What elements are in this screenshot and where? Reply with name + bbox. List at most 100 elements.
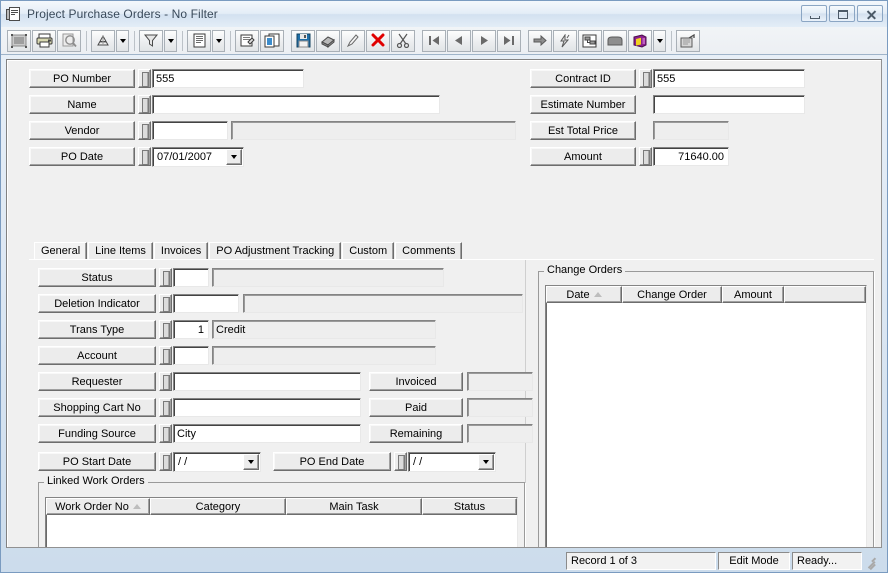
paid-label-button[interactable]: Paid <box>369 398 463 417</box>
account-label-button[interactable]: Account <box>38 346 156 365</box>
save-icon[interactable] <box>291 29 315 52</box>
edit-icon[interactable] <box>341 29 365 52</box>
tab-invoices[interactable]: Invoices <box>153 242 209 260</box>
account-input[interactable] <box>173 346 209 365</box>
minimize-button[interactable] <box>801 5 827 22</box>
tab-po-adjustment-tracking[interactable]: PO Adjustment Tracking <box>209 242 342 260</box>
next-record-icon[interactable] <box>472 29 496 52</box>
deletion-indicator-lookup-icon[interactable] <box>159 294 172 313</box>
deletion-indicator-label-button[interactable]: Deletion Indicator <box>38 294 156 313</box>
previous-record-icon[interactable] <box>447 29 471 52</box>
tab-custom[interactable]: Custom <box>342 242 395 260</box>
column-header-blank[interactable] <box>784 286 866 303</box>
print-icon[interactable] <box>32 29 56 52</box>
tab-general[interactable]: General <box>34 242 88 260</box>
properties-icon[interactable] <box>235 29 259 52</box>
notes-icon[interactable] <box>603 29 627 52</box>
account-lookup-icon[interactable] <box>159 346 172 365</box>
print-preview-icon[interactable] <box>57 29 81 52</box>
lightning-icon[interactable] <box>553 29 577 52</box>
sort-icon[interactable] <box>91 29 115 52</box>
undo-icon[interactable] <box>316 29 340 52</box>
contract-id-label-button[interactable]: Contract ID <box>530 69 636 88</box>
report-dropdown-icon[interactable] <box>212 29 225 52</box>
select-all-icon[interactable] <box>7 29 31 52</box>
requester-lookup-icon[interactable] <box>159 372 172 391</box>
vendor-input[interactable] <box>152 121 228 140</box>
column-header-change-order[interactable]: Change Order <box>622 286 722 303</box>
invoiced-label-button[interactable]: Invoiced <box>369 372 463 391</box>
po-date-combo[interactable]: 07/01/2007 <box>152 147 244 167</box>
toolbar[interactable] <box>1 27 887 55</box>
first-record-icon[interactable] <box>422 29 446 52</box>
amount-lookup-icon[interactable] <box>639 147 652 166</box>
column-header-category[interactable]: Category <box>150 498 286 515</box>
export-icon[interactable] <box>676 29 700 52</box>
requester-label-button[interactable]: Requester <box>38 372 156 391</box>
trans-type-input[interactable]: 1 <box>173 320 209 339</box>
status-input[interactable] <box>173 268 209 287</box>
po-end-date-dropdown-icon[interactable] <box>478 454 494 470</box>
sort-dropdown-icon[interactable] <box>116 29 129 52</box>
contract-id-input[interactable]: 555 <box>653 69 805 88</box>
close-button[interactable] <box>857 5 883 22</box>
po-end-date-label-button[interactable]: PO End Date <box>273 452 391 471</box>
amount-input[interactable]: 71640.00 <box>653 147 729 166</box>
column-header-amount[interactable]: Amount <box>722 286 784 303</box>
report-icon[interactable] <box>187 29 211 52</box>
title-bar[interactable]: Project Purchase Orders - No Filter <box>1 1 887 27</box>
copy-record-icon[interactable] <box>260 29 284 52</box>
estimate-number-label-button[interactable]: Estimate Number <box>530 95 636 114</box>
last-record-icon[interactable] <box>497 29 521 52</box>
tab-line-items[interactable]: Line Items <box>88 242 153 260</box>
po-end-date-combo[interactable]: / / <box>408 452 496 472</box>
name-lookup-icon[interactable] <box>138 95 151 114</box>
column-header-main-task[interactable]: Main Task <box>286 498 422 515</box>
tab-comments[interactable]: Comments <box>395 242 463 260</box>
vendor-label-button[interactable]: Vendor <box>29 121 135 140</box>
funding-source-lookup-icon[interactable] <box>159 424 172 443</box>
linked-work-orders-grid[interactable]: Work Order No Category Main Task Status <box>45 497 518 547</box>
po-start-date-label-button[interactable]: PO Start Date <box>38 452 156 471</box>
column-header-work-order-no[interactable]: Work Order No <box>46 498 150 515</box>
status-lookup-icon[interactable] <box>159 268 172 287</box>
resize-grip-icon[interactable] <box>865 554 879 570</box>
trans-type-lookup-icon[interactable] <box>159 320 172 339</box>
delete-icon[interactable] <box>366 29 390 52</box>
change-orders-grid[interactable]: Date Change Order Amount <box>545 285 867 547</box>
po-end-date-lookup-icon[interactable] <box>394 452 407 471</box>
column-header-date[interactable]: Date <box>546 286 622 303</box>
status-label-button[interactable]: Status <box>38 268 156 287</box>
estimate-number-input[interactable] <box>653 95 805 114</box>
help-dropdown-icon[interactable] <box>653 29 666 52</box>
po-start-date-dropdown-icon[interactable] <box>243 454 259 470</box>
remaining-label-button[interactable]: Remaining <box>369 424 463 443</box>
po-start-date-lookup-icon[interactable] <box>159 452 172 471</box>
est-total-price-label-button[interactable]: Est Total Price <box>530 121 636 140</box>
po-number-lookup-icon[interactable] <box>138 69 151 88</box>
po-number-input[interactable]: 555 <box>152 69 304 88</box>
funding-source-input[interactable]: City <box>173 424 361 443</box>
po-start-date-combo[interactable]: / / <box>173 452 261 472</box>
shopping-cart-no-lookup-icon[interactable] <box>159 398 172 417</box>
cut-icon[interactable] <box>391 29 415 52</box>
funding-source-label-button[interactable]: Funding Source <box>38 424 156 443</box>
shopping-cart-no-label-button[interactable]: Shopping Cart No <box>38 398 156 417</box>
amount-label-button[interactable]: Amount <box>530 147 636 166</box>
po-date-lookup-icon[interactable] <box>138 147 151 166</box>
tab-strip[interactable]: General Line Items Invoices PO Adjustmen… <box>34 242 463 260</box>
restore-button[interactable] <box>829 5 855 22</box>
contract-id-lookup-icon[interactable] <box>639 69 652 88</box>
help-book-icon[interactable] <box>628 29 652 52</box>
name-input[interactable] <box>152 95 440 114</box>
po-date-dropdown-icon[interactable] <box>226 149 242 165</box>
deletion-indicator-input[interactable] <box>173 294 239 313</box>
column-header-status[interactable]: Status <box>422 498 517 515</box>
shopping-cart-no-input[interactable] <box>173 398 361 417</box>
filter-icon[interactable] <box>139 29 163 52</box>
relations-icon[interactable] <box>578 29 602 52</box>
name-label-button[interactable]: Name <box>29 95 135 114</box>
requester-input[interactable] <box>173 372 361 391</box>
po-number-label-button[interactable]: PO Number <box>29 69 135 88</box>
filter-dropdown-icon[interactable] <box>164 29 177 52</box>
